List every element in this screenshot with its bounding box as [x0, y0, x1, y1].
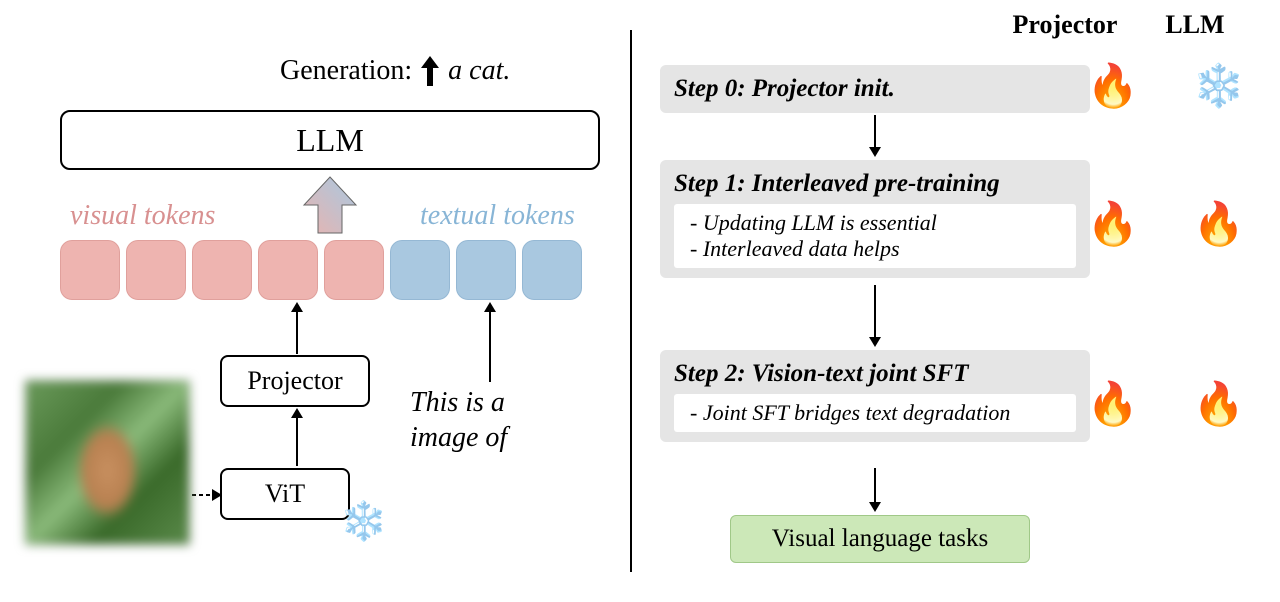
- step-0-box: Step 0: Projector init.: [660, 65, 1090, 113]
- vit-box: ViT: [220, 468, 350, 520]
- fire-icon: 🔥: [1190, 380, 1248, 429]
- textual-token: [456, 240, 516, 300]
- step-1-status: 🔥 🔥: [1084, 200, 1248, 249]
- generation-label: Generation:: [280, 55, 412, 87]
- token-row: [60, 240, 582, 300]
- header-llm: LLM: [1140, 10, 1250, 40]
- projector-box: Projector: [220, 355, 370, 407]
- projector-to-tokens-arrow-icon: [287, 302, 307, 354]
- left-architecture-panel: Generation: a cat. LLM visual tokens tex…: [0, 0, 640, 602]
- right-training-pipeline-panel: Projector LLM Step 0: Projector init. 🔥 …: [640, 0, 1280, 602]
- generation-row: Generation: a cat.: [280, 55, 510, 87]
- input-image-cat: [25, 380, 190, 545]
- final-tasks-box: Visual language tasks: [730, 515, 1030, 563]
- visual-token: [126, 240, 186, 300]
- visual-tokens-label: visual tokens: [70, 200, 215, 232]
- visual-token: [258, 240, 318, 300]
- textual-token: [522, 240, 582, 300]
- up-arrow-icon: [420, 56, 440, 86]
- generation-output: a cat.: [448, 55, 510, 87]
- vit-to-projector-arrow-icon: [287, 408, 307, 466]
- step-2-status: 🔥 🔥: [1084, 380, 1248, 429]
- input-prompt-text: This is a image of: [410, 385, 507, 455]
- prompt-line: This is a: [410, 387, 505, 418]
- step-2-box: Step 2: Vision-text joint SFT Joint SFT …: [660, 350, 1090, 442]
- llm-box: LLM: [60, 110, 600, 170]
- tokens-to-llm-arrow-icon: [300, 175, 360, 235]
- textual-token: [390, 240, 450, 300]
- step-bullet: Interleaved data helps: [690, 236, 1064, 262]
- step-bullet: Updating LLM is essential: [690, 210, 1064, 236]
- fire-icon: 🔥: [1084, 200, 1142, 249]
- prompt-to-tokens-arrow-icon: [480, 302, 500, 382]
- visual-token: [60, 240, 120, 300]
- visual-token: [192, 240, 252, 300]
- fire-icon: 🔥: [1084, 380, 1142, 429]
- step-title: Step 1: Interleaved pre-training: [674, 170, 1076, 198]
- image-to-vit-arrow-icon: [192, 485, 222, 505]
- textual-tokens-label: textual tokens: [420, 200, 575, 232]
- step-title: Step 0: Projector init.: [674, 75, 1076, 103]
- fire-icon: 🔥: [1084, 62, 1142, 111]
- fire-icon: 🔥: [1190, 200, 1248, 249]
- step-title: Step 2: Vision-text joint SFT: [674, 360, 1076, 388]
- snowflake-icon: ❄️: [340, 500, 387, 544]
- step-bullet: Joint SFT bridges text degradation: [690, 400, 1064, 426]
- step-body: Joint SFT bridges text degradation: [674, 394, 1076, 432]
- snowflake-icon: ❄️: [1190, 62, 1248, 111]
- prompt-line: image of: [410, 422, 507, 453]
- step1-to-step2-arrow-icon: [865, 285, 885, 352]
- visual-token: [324, 240, 384, 300]
- step-0-status: 🔥 ❄️: [1084, 62, 1248, 111]
- step2-to-final-arrow-icon: [865, 468, 885, 517]
- header-projector: Projector: [1010, 10, 1120, 40]
- step-body: Updating LLM is essential Interleaved da…: [674, 204, 1076, 268]
- step0-to-step1-arrow-icon: [865, 115, 885, 162]
- status-header: Projector LLM: [1010, 10, 1250, 40]
- step-1-box: Step 1: Interleaved pre-training Updatin…: [660, 160, 1090, 278]
- panel-divider: [630, 30, 632, 572]
